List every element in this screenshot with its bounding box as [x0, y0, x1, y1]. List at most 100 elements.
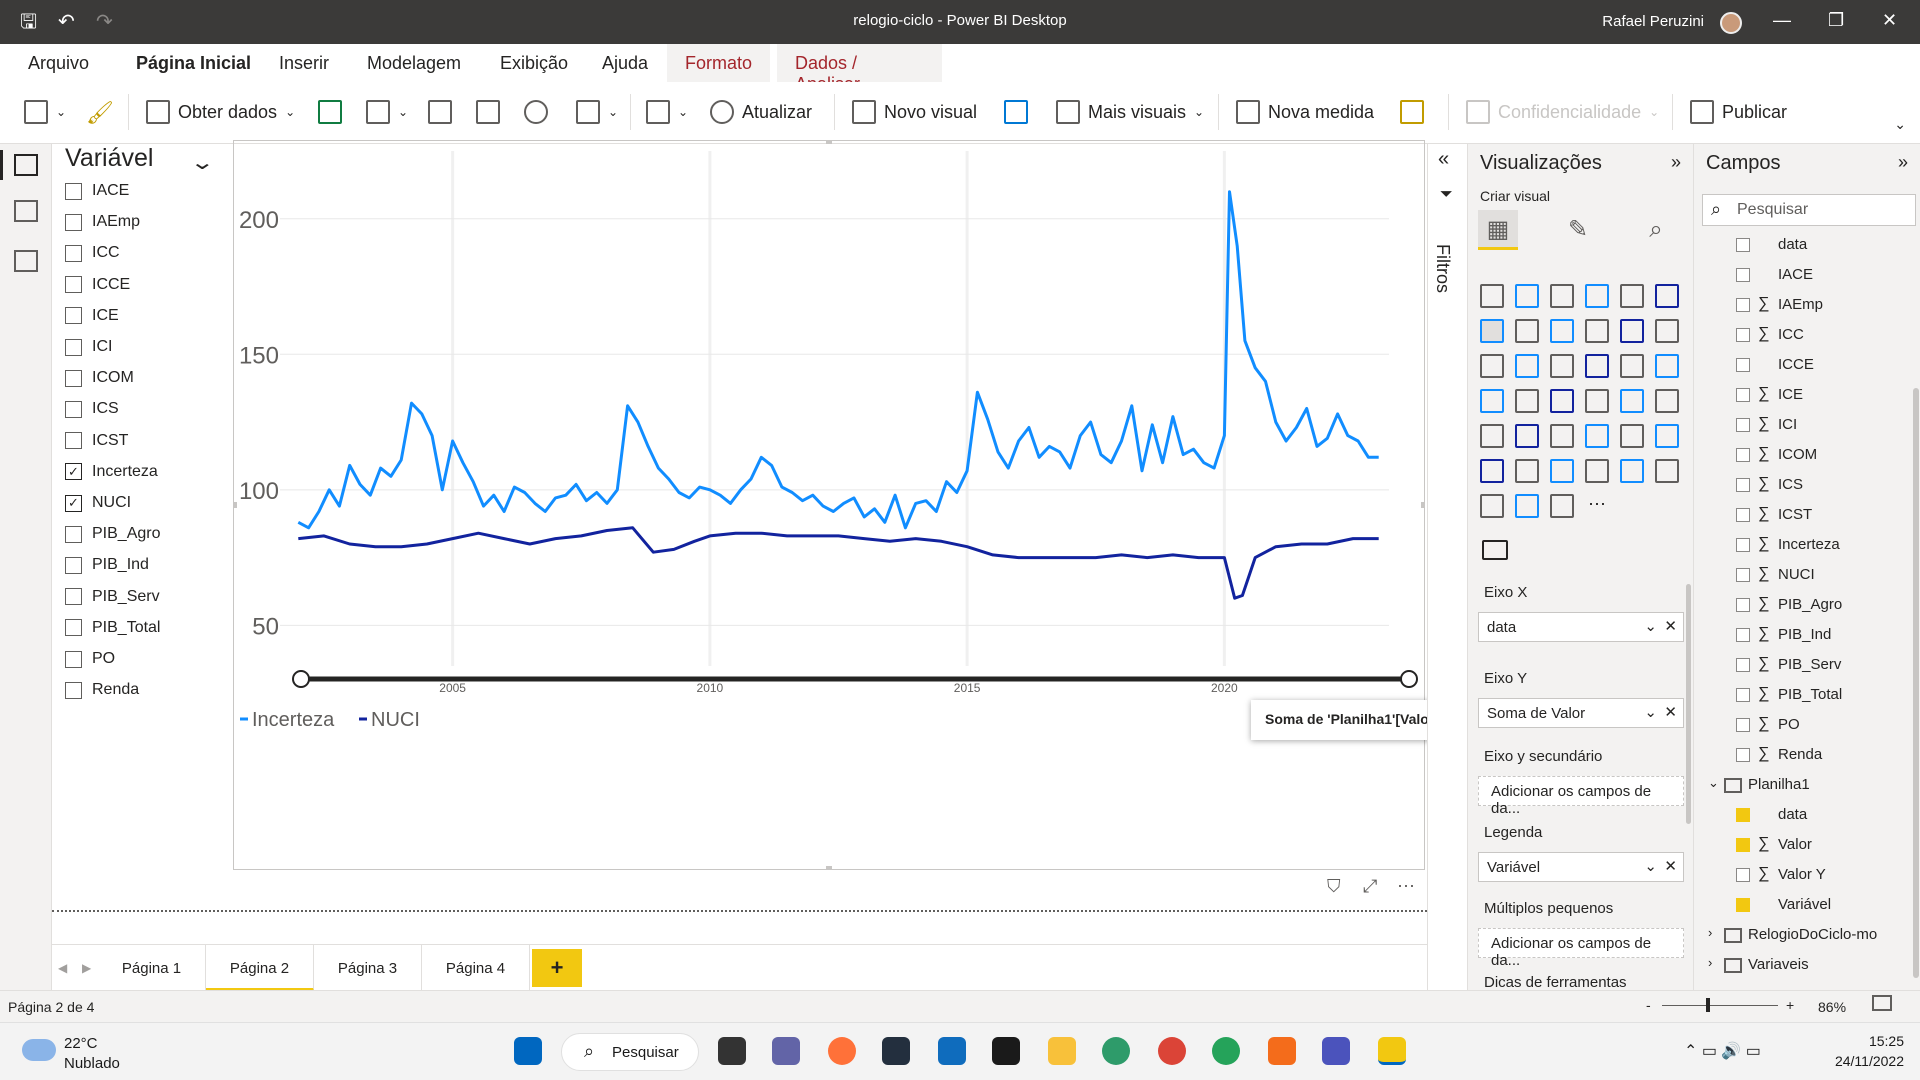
field-checkbox[interactable] — [1736, 628, 1750, 642]
close-icon[interactable]: ✕ — [1882, 10, 1897, 31]
visual-type-icon[interactable] — [1620, 354, 1644, 378]
field-checkbox[interactable] — [1736, 358, 1750, 372]
slicer-item[interactable]: ICCE — [65, 272, 130, 298]
field-item[interactable]: ∑ ICOM — [1694, 444, 1914, 468]
user-name[interactable]: Rafael Peruzini — [1602, 13, 1704, 30]
visual-type-icon[interactable] — [1585, 354, 1609, 378]
fields-scrollbar[interactable] — [1913, 388, 1919, 978]
remove-field-icon[interactable]: ✕ — [1664, 617, 1677, 635]
powerbi-icon[interactable] — [1378, 1037, 1406, 1065]
tab-arquivo[interactable]: Arquivo — [28, 53, 89, 74]
visual-type-icon[interactable] — [1480, 494, 1504, 518]
file-explorer-icon[interactable] — [1048, 1037, 1076, 1065]
field-item[interactable]: ∑ ICI — [1694, 414, 1914, 438]
system-tray[interactable]: ⌃ ▭ 🔊 ▭ — [1684, 1041, 1761, 1061]
slicer-item[interactable]: IAEmp — [65, 209, 140, 235]
field-item[interactable]: ∑ ICS — [1694, 474, 1914, 498]
zoom-slider[interactable] — [1662, 1005, 1778, 1006]
slicer-item[interactable]: IACE — [65, 178, 129, 204]
field-well-empty[interactable]: Adicionar os campos de da... — [1478, 928, 1684, 969]
visual-type-icon[interactable] — [1550, 284, 1574, 308]
field-checkbox[interactable] — [1736, 478, 1750, 492]
zoom-percent[interactable]: 86% — [1818, 999, 1846, 1015]
zoom-out-button[interactable]: - — [1646, 997, 1651, 1013]
whatsapp-icon[interactable] — [1212, 1037, 1240, 1065]
checkbox[interactable] — [65, 619, 82, 637]
checkbox[interactable] — [65, 432, 82, 450]
obter-dados-button[interactable]: Obter dados ⌄ — [146, 100, 295, 124]
windows-start-icon[interactable] — [514, 1037, 542, 1065]
field-item[interactable]: ∑ Valor Y — [1694, 864, 1914, 888]
tab-dados-analisar[interactable]: Dados / Analisar — [777, 44, 942, 94]
table-item[interactable]: › Variaveis — [1694, 954, 1914, 978]
visual-type-icon[interactable] — [1585, 424, 1609, 448]
confidencialidade-button[interactable]: Confidencialidade ⌄ — [1466, 100, 1659, 124]
slicer-item[interactable]: PIB_Serv — [65, 584, 160, 610]
checkbox[interactable] — [65, 588, 82, 606]
visual-type-icon[interactable] — [1550, 319, 1574, 343]
tab-inserir[interactable]: Inserir — [279, 53, 329, 74]
field-checkbox[interactable] — [1736, 328, 1750, 342]
field-checkbox[interactable] — [1736, 568, 1750, 582]
visual-type-icon[interactable] — [1550, 389, 1574, 413]
slicer-item[interactable]: ICS — [65, 396, 119, 422]
field-checkbox[interactable] — [1736, 268, 1750, 282]
slicer-item[interactable]: PIB_Ind — [65, 552, 149, 578]
visual-type-icon[interactable] — [1515, 494, 1539, 518]
visual-type-icon[interactable] — [1655, 354, 1679, 378]
nova-medida-button[interactable]: Nova medida — [1236, 100, 1374, 124]
field-item[interactable]: ∑ ICST — [1694, 504, 1914, 528]
field-well-empty[interactable]: Adicionar os campos de da... — [1478, 776, 1684, 817]
visual-type-icon[interactable] — [1515, 354, 1539, 378]
novo-visual-button[interactable]: Novo visual — [852, 100, 977, 124]
datahub-button[interactable]: ⌄ — [366, 100, 408, 124]
zoom-slider-thumb[interactable] — [1706, 998, 1710, 1012]
chevron-down-icon[interactable]: ⌄ — [1644, 703, 1657, 721]
visual-type-icon[interactable] — [1585, 389, 1609, 413]
tab-formato[interactable]: Formato — [667, 44, 771, 82]
visual-type-icon[interactable] — [1515, 319, 1539, 343]
report-view-icon[interactable] — [0, 150, 38, 180]
field-checkbox[interactable] — [1736, 538, 1750, 552]
field-checkbox[interactable] — [1736, 388, 1750, 402]
field-well[interactable]: data ⌄ ✕ — [1478, 612, 1684, 642]
edge-icon[interactable] — [1102, 1037, 1130, 1065]
dropbox-icon[interactable] — [992, 1037, 1020, 1065]
chevron-right-icon[interactable]: › — [1708, 955, 1712, 970]
checkbox[interactable] — [65, 244, 82, 262]
visual-type-icon[interactable] — [1620, 424, 1644, 448]
chevron-down-icon[interactable]: ⌄ — [1644, 617, 1657, 635]
field-well[interactable]: Variável ⌄ ✕ — [1478, 852, 1684, 882]
visual-type-icon[interactable] — [1515, 389, 1539, 413]
chevron-down-icon[interactable]: ⌄ — [1708, 775, 1719, 791]
field-item[interactable]: ∑ PIB_Total — [1694, 684, 1914, 708]
dataverse-button[interactable] — [524, 100, 548, 124]
field-item[interactable]: ∑ IAEmp — [1694, 294, 1914, 318]
focus-mode-icon[interactable]: ⤢ — [1363, 876, 1377, 897]
collapse-fields-icon[interactable]: » — [1898, 152, 1908, 173]
task-view-icon[interactable] — [718, 1037, 746, 1065]
field-checkbox[interactable] — [1736, 718, 1750, 732]
checked-checkbox[interactable]: ✓ — [65, 463, 82, 481]
collapse-ribbon-icon[interactable]: ⌄ — [1894, 116, 1906, 133]
table-item[interactable]: › RelogioDoCiclo-mo — [1694, 924, 1914, 948]
visual-type-icon[interactable] — [1585, 459, 1609, 483]
visual-type-icon[interactable] — [1550, 494, 1574, 518]
publicar-button[interactable]: Publicar — [1690, 100, 1787, 124]
filters-pane-collapsed[interactable]: « ⏷ Filtros — [1427, 144, 1467, 990]
filter-icon[interactable]: ⛉ — [1327, 876, 1341, 897]
slicer-item[interactable]: ICST — [65, 428, 128, 454]
field-checkbox[interactable] — [1736, 658, 1750, 672]
field-item[interactable]: data — [1694, 804, 1914, 828]
visual-type-icon[interactable] — [1480, 284, 1504, 308]
store-icon[interactable] — [938, 1037, 966, 1065]
visual-type-icon[interactable] — [1620, 319, 1644, 343]
field-item[interactable]: ∑ PO — [1694, 714, 1914, 738]
visual-type-icon[interactable] — [1655, 319, 1679, 343]
checked-checkbox[interactable]: ✓ — [65, 494, 82, 512]
visual-type-icon[interactable] — [1550, 354, 1574, 378]
field-well[interactable]: Soma de Valor ⌄ ✕ — [1478, 698, 1684, 728]
field-item[interactable]: data — [1694, 234, 1914, 258]
field-checkbox[interactable] — [1736, 838, 1750, 852]
field-checkbox[interactable] — [1736, 238, 1750, 252]
